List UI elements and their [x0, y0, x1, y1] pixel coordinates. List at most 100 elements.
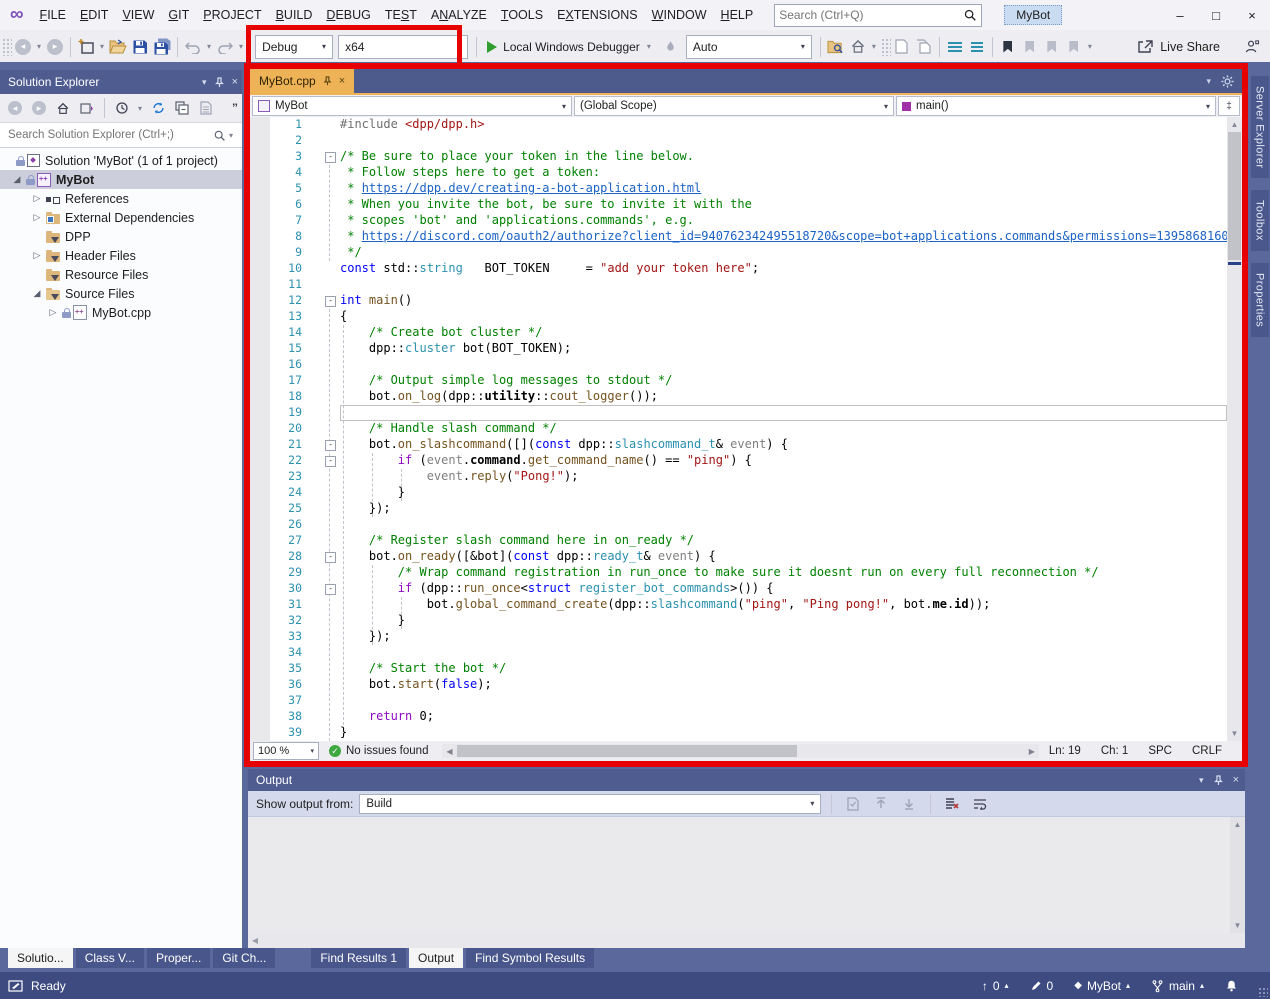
- close-icon[interactable]: ×: [232, 76, 238, 88]
- menu-tools[interactable]: TOOLS: [494, 8, 550, 22]
- collapse-box-icon[interactable]: -: [325, 296, 336, 307]
- redo-dropdown[interactable]: ▾: [236, 42, 246, 51]
- resize-grip[interactable]: [1258, 987, 1268, 997]
- code-line-7[interactable]: 7 * scopes 'bot' and 'applications.comma…: [250, 213, 1227, 229]
- repository-picker[interactable]: ◆ MyBot ▴: [1068, 979, 1136, 993]
- code-line-39[interactable]: 39}: [250, 725, 1227, 741]
- code-line-26[interactable]: 26: [250, 517, 1227, 533]
- solution-configuration-combo[interactable]: Debug▾: [255, 35, 333, 59]
- save-button[interactable]: [129, 35, 151, 59]
- collapse-box-icon[interactable]: -: [325, 152, 336, 163]
- space-mode-indicator[interactable]: SPC: [1148, 745, 1172, 757]
- code-lines[interactable]: 1#include <dpp/dpp.h>23-/* Be sure to pl…: [250, 117, 1227, 741]
- solution-explorer-titlebar[interactable]: Solution Explorer ▾ ×: [0, 70, 242, 94]
- redo-button[interactable]: [214, 35, 236, 59]
- previous-message-icon[interactable]: [870, 794, 892, 814]
- toolbar-overflow-icon[interactable]: ”: [232, 101, 238, 115]
- toolbar-grip[interactable]: [881, 38, 891, 56]
- tab-mybot-cpp[interactable]: MyBot.cpp ×: [250, 69, 354, 93]
- expand-icon[interactable]: ▷: [30, 212, 44, 223]
- split-window-button[interactable]: ‡: [1218, 96, 1240, 116]
- code-line-32[interactable]: 32 }: [250, 613, 1227, 629]
- project-nav-combo[interactable]: MyBot▾: [252, 96, 572, 116]
- code-line-22[interactable]: 22- if (event.command.get_command_name()…: [250, 453, 1227, 469]
- menu-project[interactable]: PROJECT: [196, 8, 268, 22]
- menu-analyze[interactable]: ANALYZE: [424, 8, 494, 22]
- window-position-dropdown-icon[interactable]: ▾: [1199, 775, 1204, 786]
- start-debugging-button[interactable]: Local Windows Debugger ▾: [481, 40, 660, 54]
- preview-document-icon[interactable]: [913, 35, 935, 59]
- push-commits-button[interactable]: ↑ 0 ▴: [976, 979, 1015, 993]
- home-icon[interactable]: [52, 96, 74, 120]
- menu-edit[interactable]: EDIT: [73, 8, 115, 22]
- tree-item-external-dependencies[interactable]: ▷External Dependencies: [0, 208, 242, 227]
- code-line-6[interactable]: 6 * When you invite the bot, be sure to …: [250, 197, 1227, 213]
- code-line-17[interactable]: 17 /* Output simple log messages to stdo…: [250, 373, 1227, 389]
- horizontal-scrollbar[interactable]: ◀: [248, 933, 1245, 948]
- right-tab-properties[interactable]: Properties: [1251, 263, 1269, 337]
- search-icon[interactable]: [213, 129, 226, 142]
- collapse-box-icon[interactable]: -: [325, 584, 336, 595]
- solution-platform-combo[interactable]: x64▾: [338, 35, 468, 59]
- horizontal-scrollbar[interactable]: ◀ ▶: [442, 744, 1038, 758]
- scroll-down-arrow[interactable]: ▼: [1230, 918, 1245, 933]
- zoom-combo[interactable]: 100 %▾: [253, 742, 319, 760]
- solution-explorer-search[interactable]: ▾: [0, 123, 242, 148]
- menu-extensions[interactable]: EXTENSIONS: [550, 8, 645, 22]
- code-editor[interactable]: 1#include <dpp/dpp.h>23-/* Be sure to pl…: [250, 117, 1242, 741]
- close-icon[interactable]: ×: [1233, 774, 1239, 786]
- output-titlebar[interactable]: Output ▾ ×: [248, 769, 1245, 791]
- window-position-dropdown-icon[interactable]: ▾: [202, 77, 207, 88]
- code-line-30[interactable]: 30- if (dpp::run_once<struct register_bo…: [250, 581, 1227, 597]
- vertical-scrollbar[interactable]: ▲ ▼: [1227, 117, 1242, 741]
- solution-search-input[interactable]: [6, 128, 213, 142]
- tree-item-solution-mybot-1-of-1-project[interactable]: Solution 'MyBot' (1 of 1 project): [0, 151, 242, 170]
- branch-picker[interactable]: main ▴: [1145, 979, 1210, 993]
- open-file-button[interactable]: [107, 35, 129, 59]
- right-tab-server-explorer[interactable]: Server Explorer: [1251, 76, 1269, 178]
- menu-window[interactable]: WINDOW: [645, 8, 714, 22]
- expand-icon[interactable]: ▷: [30, 193, 44, 204]
- code-line-33[interactable]: 33 });: [250, 629, 1227, 645]
- output-content[interactable]: ▲ ▼: [248, 817, 1245, 933]
- filter-dropdown[interactable]: ▾: [135, 104, 145, 113]
- code-line-14[interactable]: 14 /* Create bot cluster */: [250, 325, 1227, 341]
- tree-item-dpp[interactable]: DPP: [0, 227, 242, 246]
- code-line-23[interactable]: 23 event.reply("Pong!");: [250, 469, 1227, 485]
- code-line-11[interactable]: 11: [250, 277, 1227, 293]
- fold-toggle[interactable]: -: [302, 581, 340, 597]
- find-in-files-icon[interactable]: [825, 35, 847, 59]
- collapse-icon[interactable]: ◢: [30, 288, 44, 299]
- code-line-10[interactable]: 10const std::string BOT_TOKEN = "add you…: [250, 261, 1227, 277]
- code-line-25[interactable]: 25 });: [250, 501, 1227, 517]
- code-line-4[interactable]: 4 * Follow steps here to get a token:: [250, 165, 1227, 181]
- sync-with-active-document-icon[interactable]: [147, 96, 169, 120]
- tree-item-mybot-cpp[interactable]: ▷MyBot.cpp: [0, 303, 242, 322]
- search-options-dropdown[interactable]: ▾: [226, 131, 236, 140]
- scroll-left-arrow[interactable]: ◀: [442, 744, 456, 758]
- next-bookmark-icon[interactable]: [1041, 35, 1063, 59]
- collapse-all-icon[interactable]: [171, 96, 193, 120]
- tree-item-references[interactable]: ▷References: [0, 189, 242, 208]
- fold-toggle[interactable]: -: [302, 149, 340, 165]
- project-pill[interactable]: MyBot: [1004, 5, 1062, 25]
- member-nav-combo[interactable]: main()▾: [896, 96, 1216, 116]
- scrollbar-thumb[interactable]: [1228, 132, 1241, 260]
- back-button[interactable]: ◂: [4, 96, 26, 120]
- previous-bookmark-icon[interactable]: [1019, 35, 1041, 59]
- menu-file[interactable]: FILE: [33, 8, 73, 22]
- fold-toggle[interactable]: -: [302, 453, 340, 469]
- code-line-35[interactable]: 35 /* Start the bot */: [250, 661, 1227, 677]
- quick-search-box[interactable]: [774, 4, 982, 27]
- fold-toggle[interactable]: -: [302, 437, 340, 453]
- new-item-icon[interactable]: [891, 35, 913, 59]
- tree-item-header-files[interactable]: ▷Header Files: [0, 246, 242, 265]
- unpushed-edits-button[interactable]: 0: [1024, 979, 1060, 993]
- undo-button[interactable]: [182, 35, 204, 59]
- scroll-down-arrow[interactable]: ▼: [1227, 726, 1242, 741]
- pending-changes-filter-icon[interactable]: [111, 96, 133, 120]
- menu-debug[interactable]: DEBUG: [319, 8, 377, 22]
- clear-bookmarks-icon[interactable]: [1063, 35, 1085, 59]
- code-line-20[interactable]: 20 /* Handle slash command */: [250, 421, 1227, 437]
- menu-build[interactable]: BUILD: [269, 8, 320, 22]
